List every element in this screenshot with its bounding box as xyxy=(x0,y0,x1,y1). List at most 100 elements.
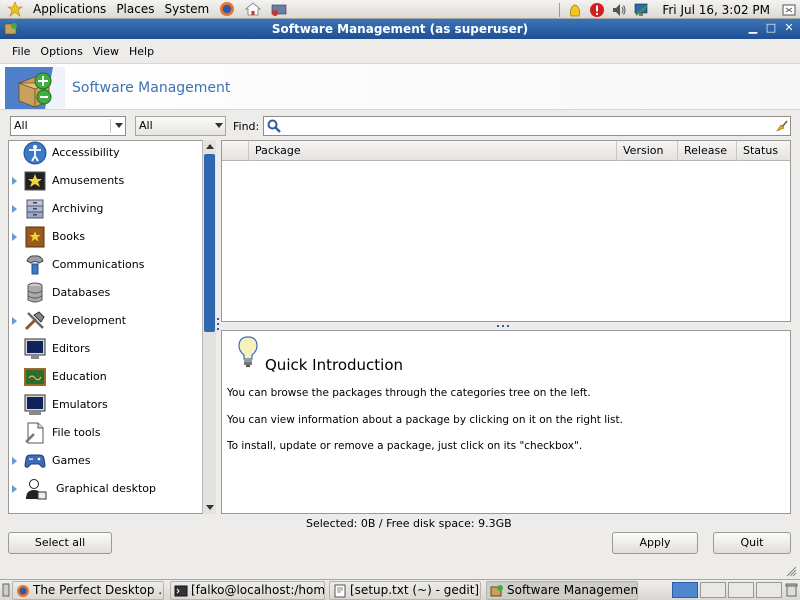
package-list[interactable]: Package Version Release Status xyxy=(221,140,791,322)
expander-icon[interactable] xyxy=(12,485,17,493)
category-item-communications[interactable]: Communications xyxy=(9,251,205,279)
minimize-button[interactable]: ▁ xyxy=(746,21,760,35)
gnome-foot-icon[interactable] xyxy=(6,1,24,17)
workspace-4[interactable] xyxy=(756,582,782,598)
category-tree[interactable]: Accessibility Amusements Archiving Books… xyxy=(8,140,216,514)
column-status[interactable]: Status xyxy=(736,141,790,161)
quit-button[interactable]: Quit xyxy=(713,532,791,554)
workspace-3[interactable] xyxy=(728,582,754,598)
search-icon[interactable] xyxy=(267,119,281,133)
menu-view[interactable]: View xyxy=(88,45,124,58)
category-item-archiving[interactable]: Archiving xyxy=(9,195,205,223)
clear-broom-icon[interactable] xyxy=(774,119,788,133)
scrollbar-thumb[interactable] xyxy=(204,154,215,332)
column-release[interactable]: Release xyxy=(677,141,736,161)
category-label: Archiving xyxy=(52,202,104,215)
apply-button[interactable]: Apply xyxy=(612,532,698,554)
horizontal-pane-handle[interactable] xyxy=(217,318,220,336)
category-item-books[interactable]: Books xyxy=(9,223,205,251)
expander-icon[interactable] xyxy=(12,457,17,465)
update-notifier-icon[interactable] xyxy=(566,2,584,18)
archiving-icon xyxy=(26,199,44,219)
taskbar-item-gedit[interactable]: [setup.txt (~) - gedit] xyxy=(329,581,481,600)
group-filter-combo[interactable]: All xyxy=(10,116,126,136)
scroll-up-icon[interactable] xyxy=(206,144,214,149)
category-item-amusements[interactable]: Amusements xyxy=(9,167,205,195)
workspace-1[interactable] xyxy=(672,582,698,598)
category-item-education[interactable]: Education xyxy=(9,363,205,391)
status-filter-combo[interactable]: All xyxy=(135,116,226,136)
software-management-logo-icon xyxy=(5,67,65,109)
selection-status: Selected: 0B / Free disk space: 9.3GB xyxy=(306,517,512,530)
category-item-editors[interactable]: Editors xyxy=(9,335,205,363)
editors-icon xyxy=(24,338,46,359)
taskbar-item-terminal[interactable]: [falko@localhost:/hom... xyxy=(170,581,325,600)
scroll-down-icon[interactable] xyxy=(206,505,214,510)
taskbar-label: [falko@localhost:/hom... xyxy=(191,583,325,597)
menu-options[interactable]: Options xyxy=(35,45,87,58)
mail-launcher-icon[interactable] xyxy=(269,1,289,17)
menu-file[interactable]: File xyxy=(7,45,35,58)
close-button[interactable]: ✕ xyxy=(782,21,796,35)
show-desktop-icon[interactable] xyxy=(2,583,10,597)
window-menu-icon[interactable] xyxy=(4,22,18,36)
expander-icon[interactable] xyxy=(12,177,17,185)
graphical-desktop-icon xyxy=(26,479,47,500)
taskbar-item-software-management[interactable]: Software Managemen... xyxy=(486,581,638,600)
chevron-down-icon xyxy=(215,123,223,128)
taskbar-item-firefox[interactable]: The Perfect Desktop ... xyxy=(12,581,164,600)
panel-clock[interactable]: Fri Jul 16, 3:02 PM xyxy=(662,3,770,17)
category-item-graphical-desktop[interactable]: Graphical desktop xyxy=(9,475,205,503)
app-banner: Software Management xyxy=(0,63,800,110)
column-version[interactable]: Version xyxy=(616,141,677,161)
lightbulb-icon xyxy=(238,336,258,367)
games-icon xyxy=(24,454,46,468)
window-titlebar[interactable]: Software Management (as superuser) ▁ □ ✕ xyxy=(0,19,800,39)
workspace-2[interactable] xyxy=(700,582,726,598)
select-all-button[interactable]: Select all xyxy=(8,532,112,554)
category-item-emulators[interactable]: Emulators xyxy=(9,391,205,419)
category-item-databases[interactable]: Databases xyxy=(9,279,205,307)
category-item-file-tools[interactable]: File tools xyxy=(9,419,205,447)
taskbar-label: Software Managemen... xyxy=(507,583,638,597)
system-menu[interactable]: System xyxy=(159,2,214,16)
expander-icon[interactable] xyxy=(12,317,17,325)
applications-menu[interactable]: Applications xyxy=(28,2,111,16)
menu-help[interactable]: Help xyxy=(124,45,159,58)
panel-menu-icon[interactable] xyxy=(780,2,798,18)
column-checkbox[interactable] xyxy=(222,141,248,161)
find-label: Find: xyxy=(233,120,260,133)
find-input[interactable] xyxy=(263,116,791,136)
trash-icon[interactable] xyxy=(785,583,798,597)
category-label: Databases xyxy=(52,286,111,299)
network-icon[interactable] xyxy=(632,2,650,18)
resize-grip-icon[interactable] xyxy=(785,565,797,577)
category-label: Editors xyxy=(52,342,91,355)
maximize-button[interactable]: □ xyxy=(764,21,778,35)
window-controls: ▁ □ ✕ xyxy=(746,21,796,35)
intro-line: You can browse the packages through the … xyxy=(227,387,591,399)
databases-icon xyxy=(27,282,43,303)
category-item-games[interactable]: Games xyxy=(9,447,205,475)
places-menu[interactable]: Places xyxy=(111,2,159,16)
category-item-accessibility[interactable]: Accessibility xyxy=(9,141,205,167)
category-item-development[interactable]: Development xyxy=(9,307,205,335)
terminal-icon xyxy=(174,585,188,597)
panel-menus: Applications Places System xyxy=(0,0,292,19)
vertical-pane-handle[interactable] xyxy=(497,325,509,328)
development-icon xyxy=(24,311,45,331)
firefox-launcher-icon[interactable] xyxy=(217,1,237,17)
gedit-icon xyxy=(334,584,346,598)
expander-icon[interactable] xyxy=(12,205,17,213)
accessibility-icon xyxy=(23,141,47,165)
volume-icon[interactable] xyxy=(610,2,628,18)
category-label: File tools xyxy=(52,426,101,439)
firefox-icon xyxy=(17,585,29,597)
education-icon xyxy=(24,368,46,386)
alert-icon[interactable] xyxy=(588,2,606,18)
home-folder-launcher-icon[interactable] xyxy=(243,1,263,17)
category-tree-scrollbar[interactable] xyxy=(202,140,216,514)
category-label: Books xyxy=(52,230,86,243)
column-package[interactable]: Package xyxy=(248,141,616,161)
expander-icon[interactable] xyxy=(12,233,17,241)
